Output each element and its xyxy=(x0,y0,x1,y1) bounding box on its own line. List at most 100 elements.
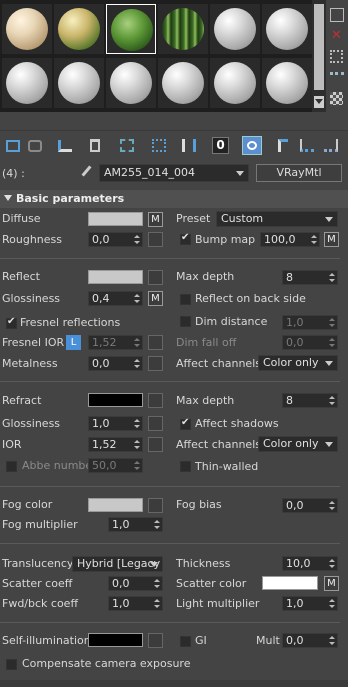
material-slot-6[interactable] xyxy=(262,4,312,54)
spinner-arrows-icon[interactable] xyxy=(310,233,318,246)
checker-icon[interactable] xyxy=(330,92,343,105)
material-slot-2[interactable] xyxy=(54,4,104,54)
assign-icon[interactable] xyxy=(28,140,42,152)
material-slot-12[interactable] xyxy=(262,58,312,108)
material-name-dropdown[interactable]: AM255_014_004 xyxy=(99,164,249,182)
scatter-color-map-button[interactable]: M xyxy=(324,576,339,591)
dim-distance-spinner[interactable]: 1,0 xyxy=(282,315,338,330)
material-slot-10[interactable] xyxy=(158,58,208,108)
material-slot-5[interactable] xyxy=(210,4,260,54)
dots-icon[interactable] xyxy=(330,72,344,84)
fog-multiplier-spinner[interactable]: 1,0 xyxy=(108,517,163,532)
go-to-parent-icon[interactable] xyxy=(300,139,314,152)
material-slot-3[interactable] xyxy=(106,4,156,54)
thin-walled-checkbox[interactable] xyxy=(180,461,191,472)
dim-fall-off-spinner[interactable]: 0,0 xyxy=(282,335,338,350)
spinner-arrows-icon[interactable] xyxy=(133,336,141,349)
thickness-spinner[interactable]: 10,0 xyxy=(282,556,338,571)
refract-max-depth-spinner[interactable]: 8 xyxy=(282,393,338,408)
slot-scrollbar[interactable] xyxy=(312,0,326,112)
abbe-number-spinner[interactable]: 50,0 xyxy=(88,458,143,473)
diffuse-color-swatch[interactable] xyxy=(88,212,143,226)
roughness-spinner[interactable]: 0,0 xyxy=(88,232,143,247)
spinner-arrows-icon[interactable] xyxy=(133,233,141,246)
translucency-dropdown[interactable]: Hybrid [Legacy xyxy=(72,556,163,572)
spinner-arrows-icon[interactable] xyxy=(133,459,141,472)
scroll-down-icon[interactable] xyxy=(314,96,324,108)
spinner-arrows-icon[interactable] xyxy=(153,597,161,610)
spinner-arrows-icon[interactable] xyxy=(133,357,141,370)
glossiness-map-button[interactable]: M xyxy=(148,291,163,306)
roughness-map-button[interactable] xyxy=(148,232,163,247)
scrollbar-thumb[interactable] xyxy=(314,4,324,90)
compensate-exposure-checkbox[interactable] xyxy=(6,659,17,670)
put-to-scene-icon[interactable] xyxy=(58,140,72,152)
reflect-affect-channels-dropdown[interactable]: Color only xyxy=(258,355,338,371)
get-material-icon[interactable] xyxy=(6,140,20,152)
material-slot-11[interactable] xyxy=(210,58,260,108)
self-illumination-mult-spinner[interactable]: 0,0 xyxy=(282,633,338,648)
material-slot-7[interactable] xyxy=(2,58,52,108)
scatter-coeff-spinner[interactable]: 0,0 xyxy=(108,576,163,591)
pick-material-icon[interactable] xyxy=(80,165,92,179)
self-illumination-color-swatch[interactable] xyxy=(88,633,143,647)
spinner-arrows-icon[interactable] xyxy=(328,394,336,407)
bump-map-button[interactable]: M xyxy=(324,232,339,247)
material-slot-8[interactable] xyxy=(54,58,104,108)
copy-icon[interactable] xyxy=(120,139,134,152)
diffuse-map-button[interactable]: M xyxy=(148,212,163,227)
abbe-number-checkbox[interactable] xyxy=(6,461,17,472)
spinner-arrows-icon[interactable] xyxy=(328,499,336,512)
spinner-arrows-icon[interactable] xyxy=(153,577,161,590)
fog-bias-spinner[interactable]: 0,0 xyxy=(282,498,338,513)
reflect-color-swatch[interactable] xyxy=(88,270,143,284)
unique-icon[interactable] xyxy=(152,139,166,152)
spinner-arrows-icon[interactable] xyxy=(328,597,336,610)
refract-affect-channels-dropdown[interactable]: Color only xyxy=(258,436,338,452)
metalness-spinner[interactable]: 0,0 xyxy=(88,356,143,371)
close-icon[interactable]: ✕ xyxy=(331,29,343,42)
reflect-max-depth-spinner[interactable]: 8 xyxy=(282,270,338,285)
material-slot-4[interactable] xyxy=(158,4,208,54)
light-multiplier-spinner[interactable]: 1,0 xyxy=(282,596,338,611)
fwd-bck-coeff-spinner[interactable]: 1,0 xyxy=(108,596,163,611)
spinner-arrows-icon[interactable] xyxy=(328,336,336,349)
grid-icon[interactable] xyxy=(330,50,343,63)
refract-map-button[interactable] xyxy=(148,393,163,408)
fresnel-checkbox[interactable] xyxy=(6,316,17,329)
rollout-header[interactable]: Basic parameters xyxy=(0,190,348,208)
spinner-arrows-icon[interactable] xyxy=(328,271,336,284)
glossiness-spinner[interactable]: 0,4 xyxy=(88,291,143,306)
library-icon[interactable] xyxy=(182,139,196,152)
reflect-map-button[interactable] xyxy=(148,270,163,285)
spinner-arrows-icon[interactable] xyxy=(328,634,336,647)
affect-shadows-checkbox[interactable] xyxy=(180,417,191,430)
fog-color-swatch[interactable] xyxy=(88,498,143,512)
ior-spinner[interactable]: 1,52 xyxy=(88,437,143,452)
material-slot-9[interactable] xyxy=(106,58,156,108)
refract-glossiness-map-button[interactable] xyxy=(148,416,163,431)
fresnel-ior-spinner[interactable]: 1,52 xyxy=(88,335,143,350)
bump-map-checkbox[interactable] xyxy=(180,232,191,245)
show-in-viewport-icon[interactable] xyxy=(242,136,262,155)
fresnel-ior-map-button[interactable] xyxy=(148,335,163,350)
scatter-color-swatch[interactable] xyxy=(262,576,318,590)
bump-map-spinner[interactable]: 100,0 xyxy=(260,232,320,247)
spinner-arrows-icon[interactable] xyxy=(328,557,336,570)
metalness-map-button[interactable] xyxy=(148,356,163,371)
self-illumination-map-button[interactable] xyxy=(148,633,163,648)
show-end-result-icon[interactable] xyxy=(278,139,288,152)
delete-icon[interactable] xyxy=(90,139,100,152)
dim-distance-checkbox[interactable] xyxy=(180,316,191,327)
refract-glossiness-spinner[interactable]: 1,0 xyxy=(88,416,143,431)
material-id-button[interactable]: 0 xyxy=(212,137,229,154)
preset-dropdown[interactable]: Custom xyxy=(216,211,338,227)
go-forward-sibling-icon[interactable] xyxy=(324,139,338,152)
fog-color-map-button[interactable] xyxy=(148,498,163,513)
spinner-arrows-icon[interactable] xyxy=(133,438,141,451)
select-tool-icon[interactable] xyxy=(330,8,344,22)
fresnel-ior-lock-button[interactable]: L xyxy=(66,335,81,350)
refract-color-swatch[interactable] xyxy=(88,393,143,407)
material-type-button[interactable]: VRayMtl xyxy=(256,164,342,182)
ior-map-button[interactable] xyxy=(148,437,163,452)
